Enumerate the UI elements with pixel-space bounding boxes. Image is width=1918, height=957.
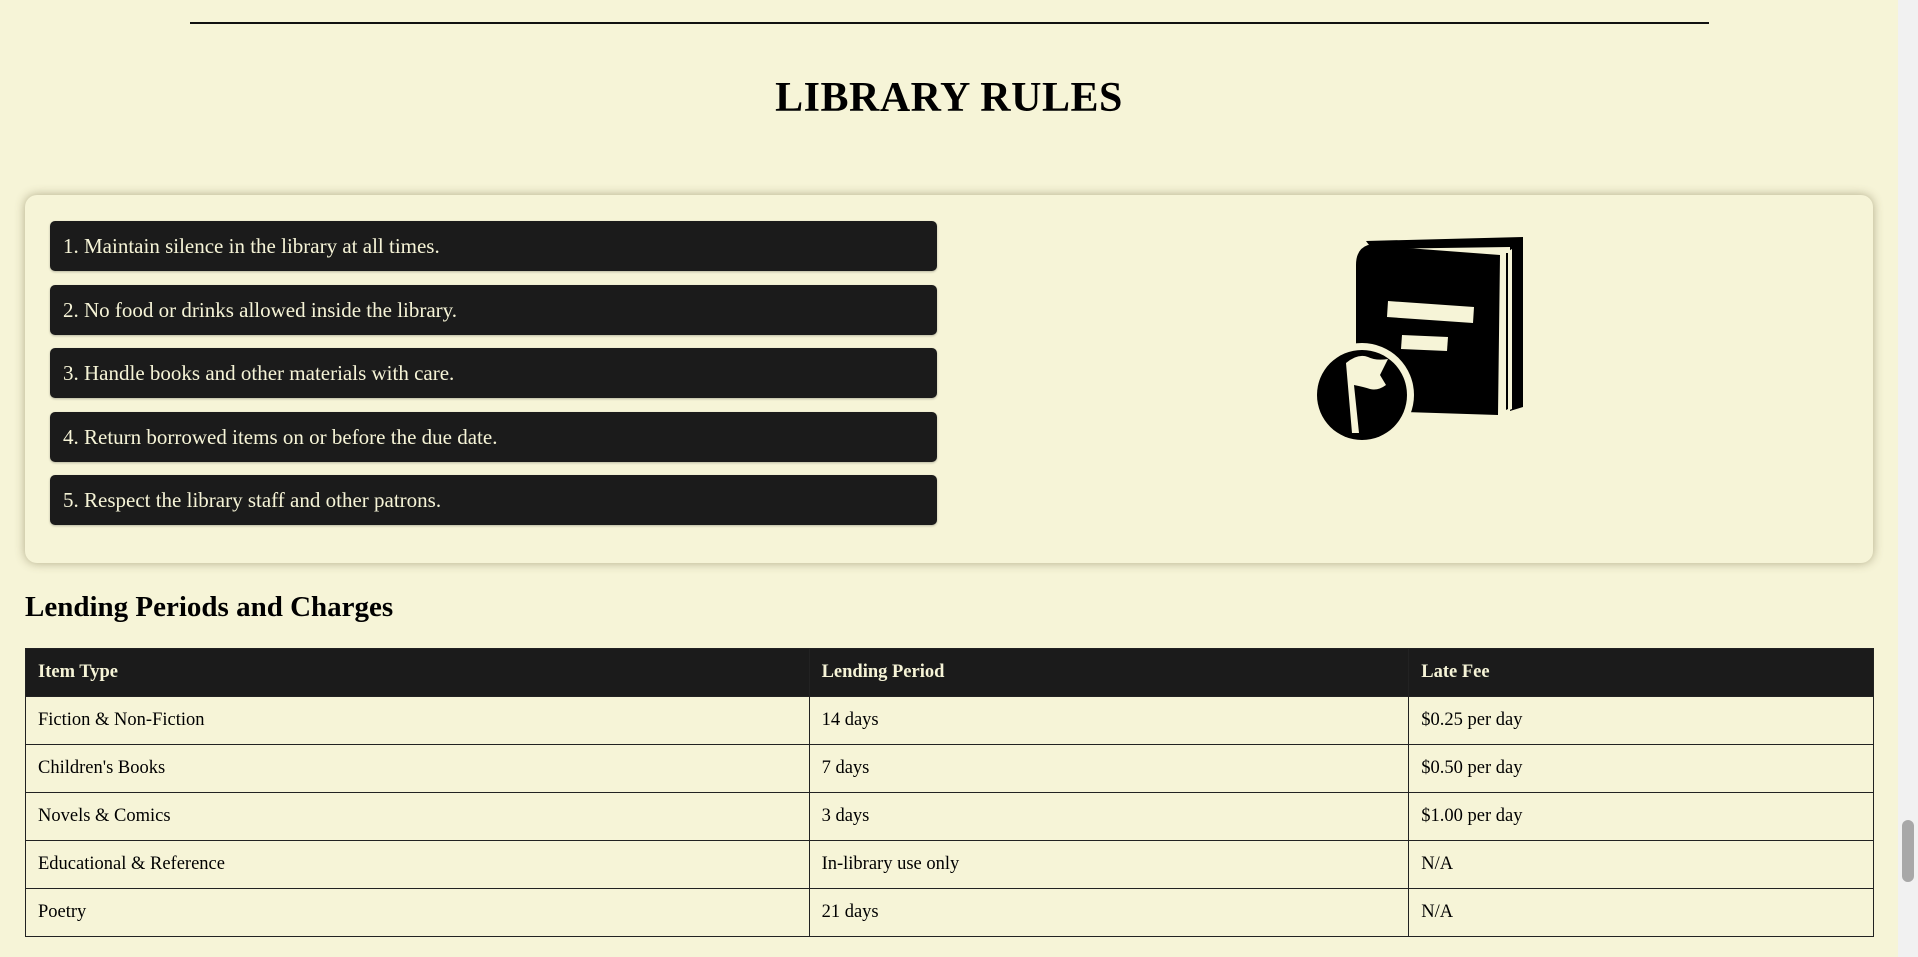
table-header-row: Item Type Lending Period Late Fee	[25, 648, 1874, 697]
cell-item-type: Fiction & Non-Fiction	[25, 696, 810, 745]
cell-item-type: Educational & Reference	[25, 840, 810, 889]
lending-table: Item Type Lending Period Late Fee Fictio…	[25, 648, 1874, 937]
table-row: Educational & Reference In-library use o…	[25, 840, 1874, 889]
cell-lending-period: 14 days	[808, 696, 1410, 745]
column-header-lending-period: Lending Period	[808, 648, 1410, 697]
table-row: Novels & Comics 3 days $1.00 per day	[25, 792, 1874, 841]
table-row: Poetry 21 days N/A	[25, 888, 1874, 937]
table-row: Children's Books 7 days $0.50 per day	[25, 744, 1874, 793]
rules-list: 1. Maintain silence in the library at al…	[50, 221, 937, 539]
rule-item: 3. Handle books and other materials with…	[50, 348, 937, 398]
vertical-scrollbar[interactable]	[1898, 0, 1918, 957]
cell-item-type: Novels & Comics	[25, 792, 810, 841]
column-header-item-type: Item Type	[25, 648, 810, 697]
lending-section-heading: Lending Periods and Charges	[25, 591, 394, 623]
top-divider	[190, 22, 1709, 24]
rules-panel: 1. Maintain silence in the library at al…	[25, 195, 1873, 563]
rule-item: 5. Respect the library staff and other p…	[50, 475, 937, 525]
cell-lending-period: 3 days	[808, 792, 1410, 841]
cell-lending-period: 7 days	[808, 744, 1410, 793]
cell-item-type: Children's Books	[25, 744, 810, 793]
cell-lending-period: In-library use only	[808, 840, 1410, 889]
cell-lending-period: 21 days	[808, 888, 1410, 937]
page: LIBRARY RULES 1. Maintain silence in the…	[0, 0, 1898, 957]
page-title: LIBRARY RULES	[775, 75, 1123, 121]
cell-late-fee: N/A	[1408, 840, 1874, 889]
cell-late-fee: $0.25 per day	[1408, 696, 1874, 745]
book-with-flag-icon	[1280, 235, 1530, 455]
rule-item: 1. Maintain silence in the library at al…	[50, 221, 937, 271]
cell-item-type: Poetry	[25, 888, 810, 937]
rule-item: 2. No food or drinks allowed inside the …	[50, 284, 937, 335]
cell-late-fee: N/A	[1408, 888, 1874, 937]
cell-late-fee: $1.00 per day	[1408, 792, 1874, 841]
cell-late-fee: $0.50 per day	[1408, 744, 1874, 793]
scrollbar-thumb[interactable]	[1902, 820, 1914, 882]
column-header-late-fee: Late Fee	[1408, 648, 1874, 697]
table-row: Fiction & Non-Fiction 14 days $0.25 per …	[25, 696, 1874, 745]
rule-item: 4. Return borrowed items on or before th…	[50, 411, 937, 462]
